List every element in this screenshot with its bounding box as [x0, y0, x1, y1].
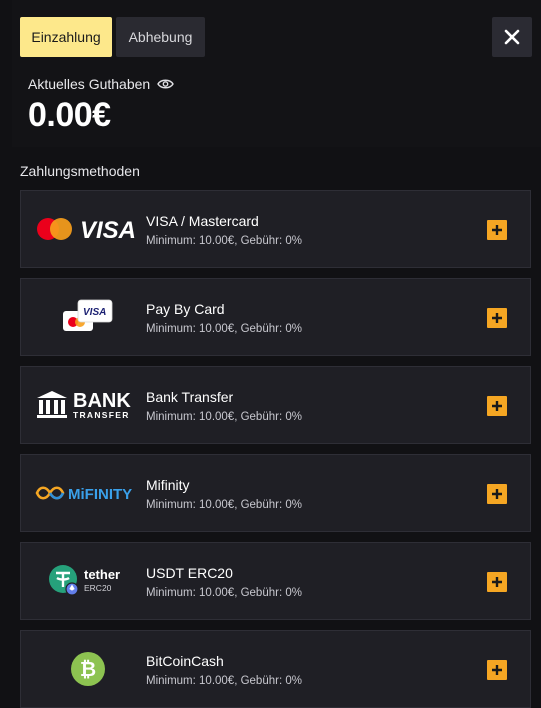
plus-icon — [492, 313, 502, 323]
close-icon — [504, 29, 520, 45]
plus-icon — [492, 401, 502, 411]
svg-text:TRANSFER: TRANSFER — [73, 410, 130, 420]
add-method-button[interactable] — [487, 220, 507, 240]
plus-icon — [492, 489, 502, 499]
add-method-button[interactable] — [487, 660, 507, 680]
payment-method-usdt-erc20[interactable]: tether ERC20 USDT ERC20 Minimum: 10.00€,… — [20, 542, 531, 620]
method-name: USDT ERC20 — [146, 565, 233, 581]
bitcoincash-logo: ₿ — [33, 641, 143, 697]
payment-method-mifinity[interactable]: MiFINITY Mifinity Minimum: 10.00€, Gebüh… — [20, 454, 531, 532]
svg-text:tether: tether — [84, 567, 120, 582]
plus-icon — [492, 225, 502, 235]
add-method-button[interactable] — [487, 572, 507, 592]
bank-transfer-logo: BANK TRANSFER — [33, 377, 143, 433]
tab-withdraw[interactable]: Abhebung — [116, 17, 205, 57]
method-info: Minimum: 10.00€, Gebühr: 0% — [146, 323, 302, 335]
svg-text:VISA: VISA — [83, 307, 106, 318]
eye-icon[interactable] — [157, 78, 175, 90]
method-info: Minimum: 10.00€, Gebühr: 0% — [146, 411, 302, 423]
add-method-button[interactable] — [487, 484, 507, 504]
tab-deposit[interactable]: Einzahlung — [20, 17, 112, 57]
method-name: VISA / Mastercard — [146, 213, 259, 229]
add-method-button[interactable] — [487, 396, 507, 416]
method-name: Pay By Card — [146, 301, 225, 317]
section-title: Zahlungsmethoden — [20, 163, 140, 179]
method-name: Mifinity — [146, 477, 190, 493]
payment-method-pay-by-card[interactable]: VISA Pay By Card Minimum: 10.00€, Gebühr… — [20, 278, 531, 356]
method-info: Minimum: 10.00€, Gebühr: 0% — [146, 675, 302, 687]
svg-text:VISA: VISA — [80, 217, 136, 244]
method-info: Minimum: 10.00€, Gebühr: 0% — [146, 499, 302, 511]
plus-icon — [492, 665, 502, 675]
add-method-button[interactable] — [487, 308, 507, 328]
svg-text:BANK: BANK — [73, 390, 131, 412]
pay-by-card-logo: VISA — [33, 289, 143, 345]
mifinity-logo: MiFINITY — [33, 465, 143, 521]
payment-method-bank-transfer[interactable]: BANK TRANSFER Bank Transfer Minimum: 10.… — [20, 366, 531, 444]
method-info: Minimum: 10.00€, Gebühr: 0% — [146, 235, 302, 247]
method-info: Minimum: 10.00€, Gebühr: 0% — [146, 587, 302, 599]
method-name: Bank Transfer — [146, 389, 234, 405]
svg-text:ERC20: ERC20 — [84, 583, 112, 593]
method-name: BitCoinCash — [146, 653, 224, 669]
tether-erc20-logo: tether ERC20 — [33, 553, 143, 609]
payment-method-visa-mastercard[interactable]: VISA VISA / Mastercard Minimum: 10.00€, … — [20, 190, 531, 268]
svg-text:₿: ₿ — [80, 659, 96, 681]
plus-icon — [492, 577, 502, 587]
balance-value: 0.00€ — [28, 96, 111, 134]
close-button[interactable] — [492, 17, 532, 57]
svg-text:MiFINITY: MiFINITY — [68, 486, 132, 503]
wallet-header: Einzahlung Abhebung Aktuelles Guthaben 0… — [12, 0, 541, 147]
visa-mastercard-logo: VISA — [33, 201, 143, 257]
balance-label: Aktuelles Guthaben — [28, 76, 151, 92]
payment-method-bitcoincash[interactable]: ₿ BitCoinCash Minimum: 10.00€, Gebühr: 0… — [20, 630, 531, 708]
balance-label-row: Aktuelles Guthaben — [28, 76, 175, 92]
